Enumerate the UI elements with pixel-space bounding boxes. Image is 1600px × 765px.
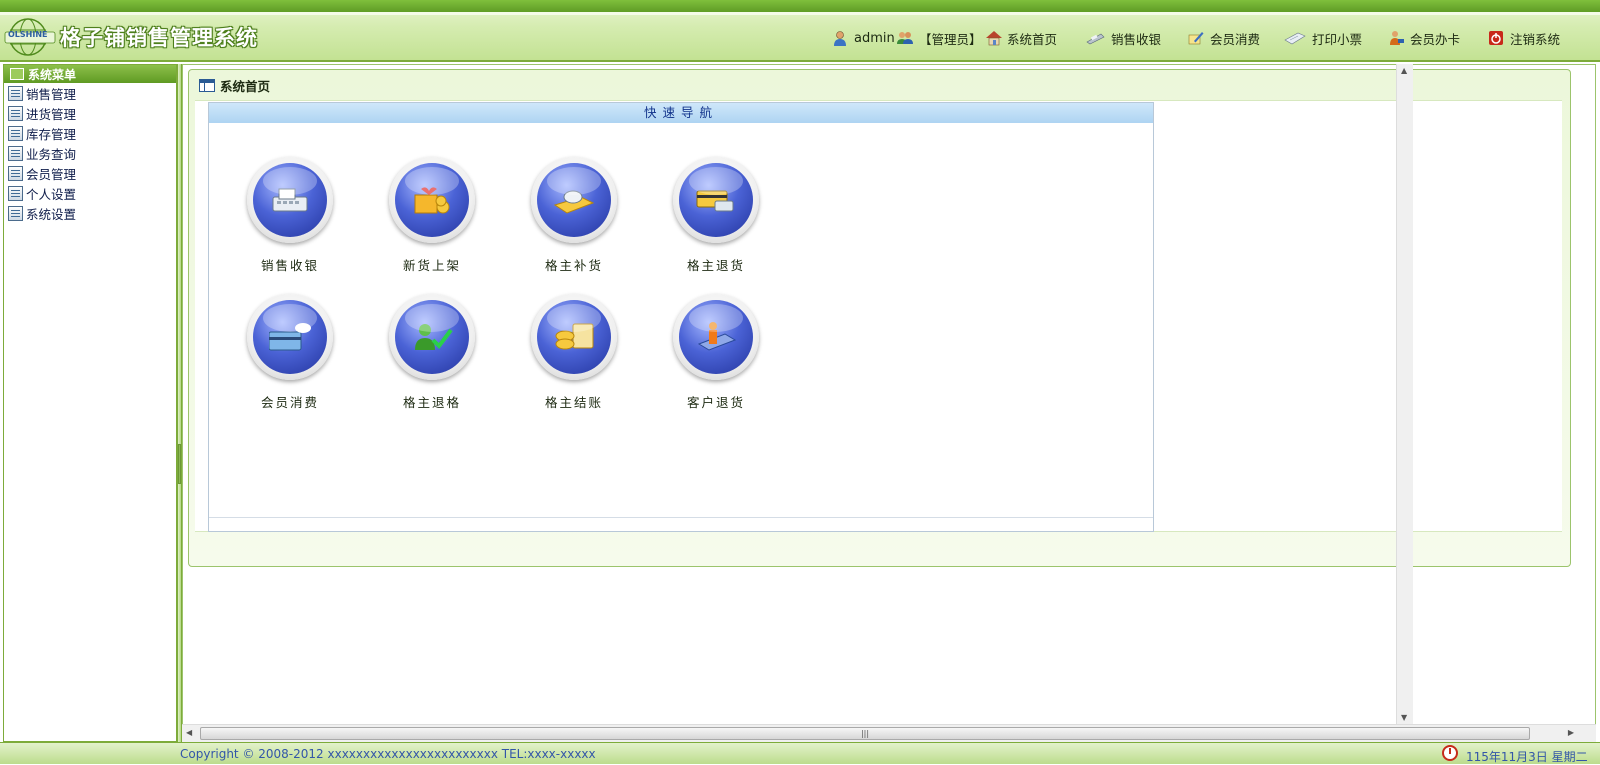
sidebar-item-label: 销售管理 — [26, 86, 77, 102]
cash-register-icon — [247, 157, 333, 243]
card-key-icon — [673, 157, 759, 243]
app-header: OLSHINE 格子铺销售管理系统 admin 【管理员】 系统首页 销售收银 … — [0, 0, 1600, 62]
gift-box-icon — [389, 157, 475, 243]
sidebar: 系统菜单 销售管理 进货管理 库存管理 业务查询 会员管理 个人设置 系统设置 — [3, 64, 177, 742]
coins-icon — [531, 294, 617, 380]
scroll-thumb[interactable]: ||| — [200, 727, 1530, 740]
splitter-grip[interactable] — [178, 444, 181, 484]
scroll-left-icon[interactable]: ◀ — [186, 728, 192, 737]
sidebar-item-query[interactable]: 业务查询 — [4, 143, 176, 163]
tile-label: 格主退货 — [686, 258, 745, 273]
nav-logout[interactable]: 注销系统 — [1488, 28, 1560, 48]
nav-print-receipt-label: 打印小票 — [1312, 31, 1363, 47]
header-highlight — [0, 12, 1600, 15]
scroll-right-icon[interactable]: ▶ — [1568, 728, 1574, 737]
sidebar-item-label: 业务查询 — [26, 146, 77, 162]
panel-body: 快速导航 销售收银 新货上架 格主补货 格主退货 会员消费 格主退格 格主结账 … — [195, 100, 1562, 532]
tile-label: 格主退格 — [402, 395, 461, 410]
current-date: 115年11月3日 星期二 — [1466, 750, 1588, 764]
tile-owner-return[interactable]: 格主退货 — [661, 157, 771, 274]
tile-label: 格主结账 — [544, 395, 603, 410]
tile-new-stock[interactable]: 新货上架 — [377, 157, 487, 274]
new-card-icon — [247, 294, 333, 380]
document-icon — [8, 85, 23, 101]
house-icon — [985, 30, 1002, 46]
sidebar-item-label: 库存管理 — [26, 126, 77, 142]
tile-label: 销售收银 — [260, 258, 319, 273]
nav-sales-checkout-label: 销售收银 — [1111, 31, 1162, 47]
nav-print-receipt[interactable]: 打印小票 — [1284, 28, 1362, 48]
nav-member-card[interactable]: 会员办卡 — [1388, 28, 1460, 48]
tile-member-spend[interactable]: 会员消费 — [235, 294, 345, 411]
cash-register-icon — [1085, 30, 1105, 46]
main-content: 系统首页 快速导航 销售收银 新货上架 格主补货 格主退货 会员消费 格主退格 … — [182, 64, 1596, 742]
divider — [209, 517, 1153, 518]
vertical-scrollbar[interactable]: ▲ ▼ — [1396, 64, 1413, 742]
nav-logout-label: 注销系统 — [1510, 31, 1561, 47]
tile-owner-unrent[interactable]: 格主退格 — [377, 294, 487, 411]
document-icon — [8, 125, 23, 141]
nav-member-spend-label: 会员消费 — [1210, 31, 1261, 47]
member-card-icon — [1388, 30, 1404, 46]
header-top-band — [0, 0, 1600, 12]
sidebar-item-members[interactable]: 会员管理 — [4, 163, 176, 183]
person-book-icon — [673, 294, 759, 380]
current-role: 【管理员】 — [897, 28, 982, 48]
document-icon — [8, 165, 23, 181]
nav-home[interactable]: 系统首页 — [985, 28, 1057, 48]
nav-home-label: 系统首页 — [1007, 31, 1058, 47]
sidebar-item-inventory[interactable]: 库存管理 — [4, 123, 176, 143]
tile-owner-restock[interactable]: 格主补货 — [519, 157, 629, 274]
tile-label: 客户退货 — [686, 395, 745, 410]
nav-member-spend[interactable]: 会员消费 — [1188, 28, 1260, 48]
status-bar: Copyright © 2008-2012 xxxxxxxxxxxxxxxxxx… — [0, 742, 1600, 764]
sidebar-item-label: 系统设置 — [26, 206, 77, 222]
panel-title: 系统首页 — [199, 75, 270, 95]
group-icon — [897, 30, 913, 46]
sidebar-item-purchasing[interactable]: 进货管理 — [4, 103, 176, 123]
sidebar-header: 系统菜单 — [4, 65, 176, 83]
tile-sales-checkout[interactable]: 销售收银 — [235, 157, 345, 274]
sidebar-item-system-settings[interactable]: 系统设置 — [4, 203, 176, 223]
home-panel: 系统首页 快速导航 销售收银 新货上架 格主补货 格主退货 会员消费 格主退格 … — [188, 69, 1571, 567]
document-icon — [8, 145, 23, 161]
app-title: 格子铺销售管理系统 — [60, 26, 258, 50]
tile-label: 会员消费 — [260, 395, 319, 410]
tile-label: 格主补货 — [544, 258, 603, 273]
nav-sales-checkout[interactable]: 销售收银 — [1085, 28, 1161, 48]
copyright-text: Copyright © 2008-2012 xxxxxxxxxxxxxxxxxx… — [180, 747, 596, 761]
sidebar-item-sales[interactable]: 销售管理 — [4, 83, 176, 103]
user-icon — [832, 30, 848, 46]
user-check-icon — [389, 294, 475, 380]
role-label: 【管理员】 — [919, 31, 982, 47]
username: admin — [854, 30, 895, 46]
tile-label: 新货上架 — [402, 258, 461, 273]
document-icon — [8, 105, 23, 121]
table-icon — [199, 78, 215, 92]
current-user: admin — [832, 28, 895, 48]
sidebar-item-personal-settings[interactable]: 个人设置 — [4, 183, 176, 203]
quick-nav: 快速导航 销售收银 新货上架 格主补货 格主退货 会员消费 格主退格 格主结账 … — [208, 102, 1154, 532]
mouse-card-icon — [531, 157, 617, 243]
tile-owner-settlement[interactable]: 格主结账 — [519, 294, 629, 411]
horizontal-scrollbar[interactable]: ◀ ||| ▶ — [182, 724, 1596, 742]
document-icon — [8, 185, 23, 201]
clock-icon — [1442, 745, 1458, 761]
tile-customer-return[interactable]: 客户退货 — [661, 294, 771, 411]
scroll-up-icon[interactable]: ▲ — [1401, 66, 1407, 75]
nav-member-card-label: 会员办卡 — [1410, 31, 1461, 47]
quick-nav-title: 快速导航 — [209, 103, 1153, 123]
sidebar-title: 系统菜单 — [28, 67, 77, 82]
sidebar-item-label: 进货管理 — [26, 106, 77, 122]
panel-title-label: 系统首页 — [220, 78, 271, 94]
receipt-icon — [1284, 30, 1306, 46]
edit-menu-icon — [10, 68, 24, 80]
scroll-down-icon[interactable]: ▼ — [1401, 713, 1407, 722]
sidebar-item-label: 个人设置 — [26, 186, 77, 202]
power-icon — [1488, 30, 1504, 46]
sidebar-item-label: 会员管理 — [26, 166, 77, 182]
logo-wordmark: OLSHINE — [8, 30, 48, 39]
document-icon — [8, 205, 23, 221]
pen-card-icon — [1188, 30, 1204, 46]
